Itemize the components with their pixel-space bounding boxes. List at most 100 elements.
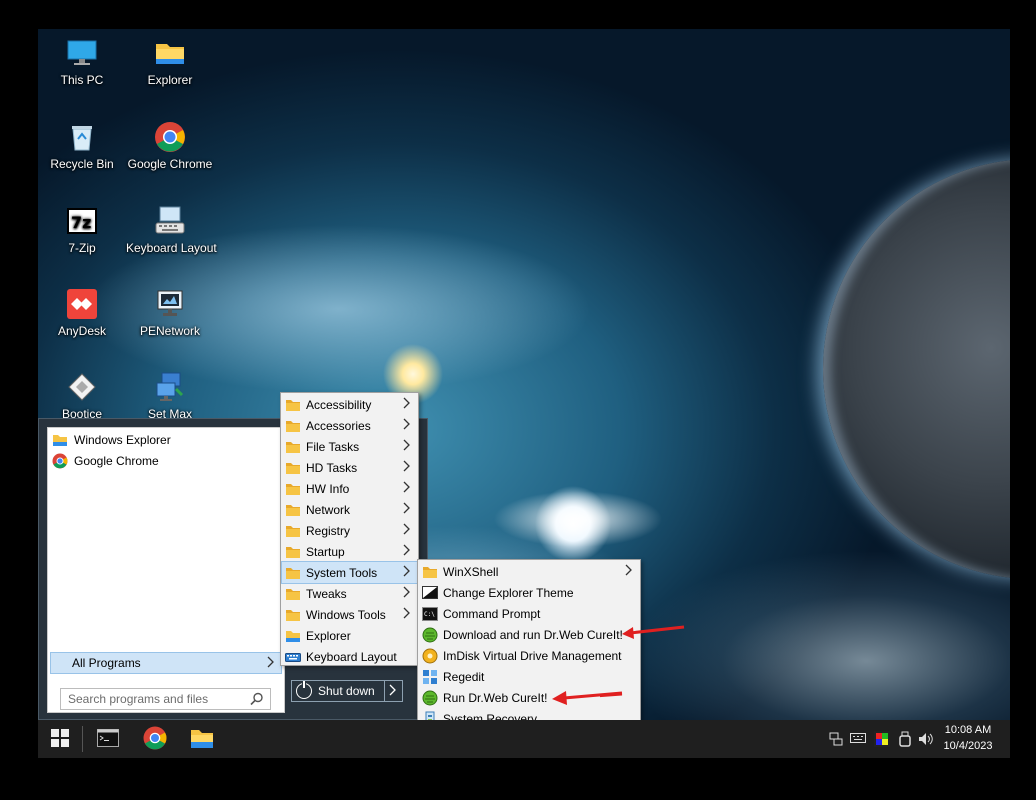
7zip-icon: 7z <box>66 205 98 237</box>
programs-menu-item-registry[interactable]: Registry <box>282 520 417 541</box>
pinned-google-chrome[interactable]: Google Chrome <box>52 451 159 471</box>
keyboard-icon <box>285 649 301 665</box>
desktop-icon-google-chrome[interactable]: Google Chrome <box>126 121 214 171</box>
red-arrow-annotation <box>622 625 685 639</box>
svg-text:C:\: C:\ <box>424 611 435 618</box>
taskbar-divider <box>82 726 83 752</box>
clock-date[interactable]: 10/4/2023 <box>940 740 996 752</box>
desktop-icon-7zip[interactable]: 7z 7-Zip <box>38 205 126 255</box>
chevron-right-icon <box>403 586 411 601</box>
shutdown-label: Shut down <box>318 684 375 698</box>
recycle-bin-icon <box>66 121 98 153</box>
programs-menu-item-startup[interactable]: Startup <box>282 541 417 562</box>
planet-wallpaper <box>823 159 1010 579</box>
search-icon <box>250 692 264 709</box>
taskbar-terminal[interactable] <box>90 723 126 755</box>
folder-icon <box>285 565 301 581</box>
programs-menu-item-system-tools[interactable]: System Tools <box>281 561 418 584</box>
folder-icon <box>285 544 301 560</box>
taskbar-explorer[interactable] <box>184 723 220 755</box>
folder-icon <box>154 37 186 69</box>
chevron-right-icon <box>403 607 411 622</box>
desktop-icon-label: Explorer <box>147 73 193 87</box>
desktop-icon-anydesk[interactable]: AnyDesk <box>38 288 126 338</box>
system-tools-menu-item-change-explorer-theme[interactable]: Change Explorer Theme <box>419 582 639 603</box>
annotation-arrow-2 <box>552 691 623 705</box>
svg-text:7z: 7z <box>71 213 91 232</box>
programs-menu-item-label: System Tools <box>306 565 378 580</box>
programs-submenu: Accessibility Accessories File Tasks HD Tas… <box>280 392 419 666</box>
programs-menu-item-label: Registry <box>306 523 351 538</box>
pinned-item-label: Windows Explorer <box>74 433 171 447</box>
volume-icon[interactable] <box>918 731 934 750</box>
chrome-icon <box>154 121 186 153</box>
chevron-right-icon <box>403 565 411 580</box>
programs-menu-item-windows-tools[interactable]: Windows Tools <box>282 604 417 625</box>
network-icon[interactable] <box>828 731 844 750</box>
keyboard-icon[interactable] <box>850 732 866 747</box>
chevron-right-icon <box>403 523 411 538</box>
system-tools-menu-item-winxshell[interactable]: WinXShell <box>419 561 639 582</box>
programs-menu-item-label: Accessibility <box>306 397 372 412</box>
programs-menu-item-label: Windows Tools <box>306 607 386 622</box>
start-button[interactable] <box>42 723 78 755</box>
programs-menu-item-tweaks[interactable]: Tweaks <box>282 583 417 604</box>
shutdown-divider <box>384 681 385 701</box>
programs-menu-item-hd-tasks[interactable]: HD Tasks <box>282 457 417 478</box>
folder-icon <box>285 481 301 497</box>
desktop-icon-recycle-bin[interactable]: Recycle Bin <box>38 121 126 171</box>
desktop-icon-set-max[interactable]: Set Max <box>126 371 214 421</box>
folder-icon <box>285 460 301 476</box>
system-tools-menu-item-label: ImDisk Virtual Drive Management <box>443 648 622 663</box>
programs-menu-item-label: Keyboard Layout <box>306 649 397 664</box>
system-tools-menu-item-label: Regedit <box>443 669 485 684</box>
desktop-icon-penetwork[interactable]: PENetwork <box>126 288 214 338</box>
shutdown-button[interactable]: Shut down <box>291 680 403 702</box>
folder-icon <box>285 586 301 602</box>
usb-icon[interactable] <box>897 731 913 750</box>
taskbar-chrome[interactable] <box>137 723 173 755</box>
explorer-icon <box>285 628 301 644</box>
search-placeholder: Search programs and files <box>68 692 209 706</box>
folder-icon <box>285 523 301 539</box>
terminal-icon <box>97 728 119 750</box>
chevron-right-icon <box>625 564 633 579</box>
programs-menu-item-accessories[interactable]: Accessories <box>282 415 417 436</box>
desktop-icon-bootice[interactable]: Bootice <box>38 371 126 421</box>
chevron-right-icon <box>267 656 275 671</box>
system-tools-menu-item-label: Download and run Dr.Web CureIt! <box>443 627 623 642</box>
programs-menu-item-file-tasks[interactable]: File Tasks <box>282 436 417 457</box>
chrome-icon <box>52 453 68 469</box>
desktop-icon-keyboard-layout[interactable]: Keyboard Layout <box>126 205 217 255</box>
drweb-icon <box>422 690 438 706</box>
desktop-icon-label: 7-Zip <box>68 241 96 255</box>
desktop-icon-this-pc[interactable]: This PC <box>38 37 126 87</box>
desktop-icon-explorer[interactable]: Explorer <box>126 37 214 87</box>
all-programs-button[interactable]: All Programs <box>50 652 282 674</box>
search-input[interactable]: Search programs and files <box>60 688 271 710</box>
explorer-icon <box>190 727 214 752</box>
programs-menu-item-keyboard-layout[interactable]: Keyboard Layout <box>282 646 417 667</box>
all-programs-label: All Programs <box>72 656 141 670</box>
system-tools-menu-item-label: Change Explorer Theme <box>443 585 574 600</box>
folder-icon <box>285 439 301 455</box>
programs-menu-item-network[interactable]: Network <box>282 499 417 520</box>
chevron-right-icon <box>403 397 411 412</box>
color-icon[interactable] <box>874 731 890 750</box>
keyboard-icon <box>154 205 186 237</box>
pinned-windows-explorer[interactable]: Windows Explorer <box>52 430 171 450</box>
chevron-right-icon <box>403 481 411 496</box>
programs-menu-item-label: HD Tasks <box>306 460 358 475</box>
bootice-icon <box>66 371 98 403</box>
programs-menu-item-explorer[interactable]: Explorer <box>282 625 417 646</box>
chevron-right-icon[interactable] <box>389 684 397 699</box>
programs-menu-item-accessibility[interactable]: Accessibility <box>282 394 417 415</box>
start-icon <box>50 728 70 751</box>
programs-menu-item-hw-info[interactable]: HW Info <box>282 478 417 499</box>
programs-menu-item-label: Tweaks <box>306 586 347 601</box>
programs-menu-item-label: HW Info <box>306 481 350 496</box>
network-icon <box>154 288 186 320</box>
desktop-icon-label: AnyDesk <box>57 324 107 338</box>
clock-time[interactable]: 10:08 AM <box>940 724 996 736</box>
folder-icon <box>285 397 301 413</box>
